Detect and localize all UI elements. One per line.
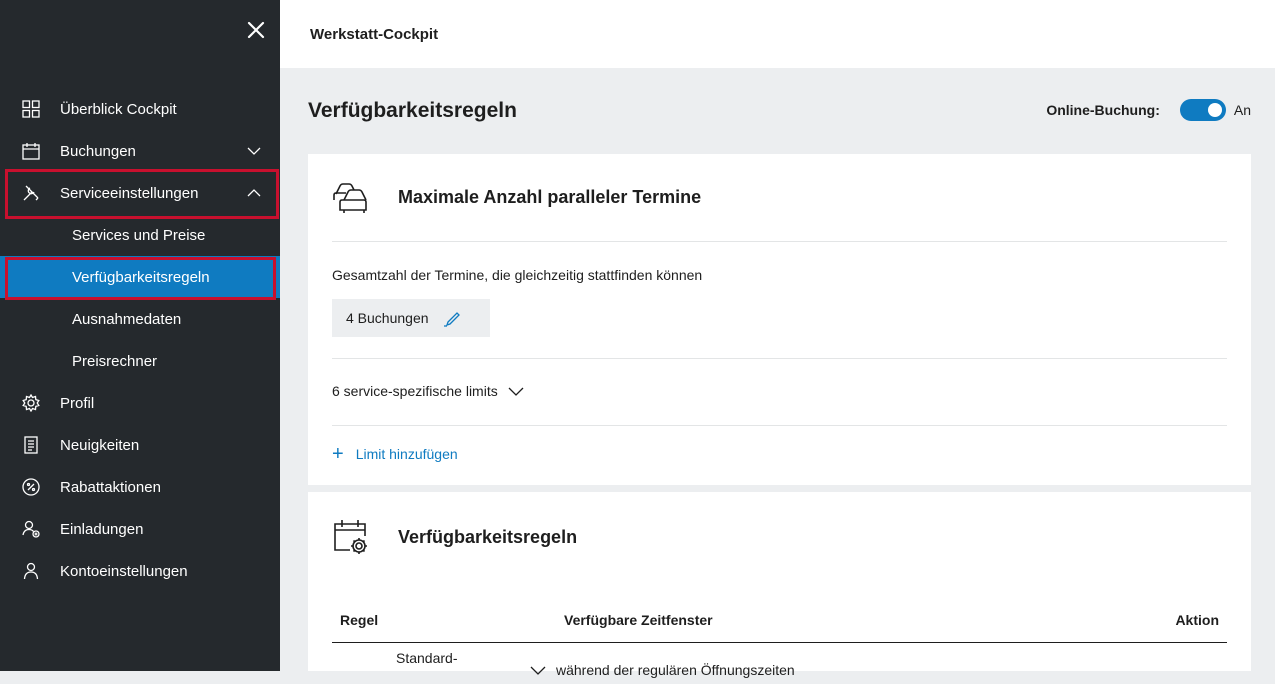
cars-icon (332, 178, 368, 216)
edit-pencil-icon[interactable] (443, 309, 461, 327)
sidebar-subitem-label: Ausnahmedaten (72, 310, 182, 328)
online-booking-toggle[interactable] (1179, 99, 1226, 121)
close-icon[interactable] (244, 18, 268, 42)
sidebar-subitem-label: Preisrechner (72, 352, 158, 370)
user-icon (22, 562, 40, 580)
online-booking-label: Online-Buchung: (1046, 102, 1160, 118)
sidebar-item-account-settings[interactable]: Kontoeinstellungen (0, 550, 280, 592)
card-title: Verfügbarkeitsregeln (398, 526, 578, 547)
sidebar: Überblick Cockpit Buchungen Serviceeinst… (0, 0, 280, 671)
plus-icon: + (332, 443, 344, 465)
sidebar-item-label: Buchungen (60, 142, 136, 160)
document-icon (22, 436, 40, 454)
top-bar: Werkstatt-Cockpit (280, 0, 1275, 68)
app-title: Werkstatt-Cockpit (310, 26, 439, 43)
sidebar-subitem-price-calculator[interactable]: Preisrechner (0, 340, 280, 382)
sidebar-item-label: Rabattaktionen (60, 478, 161, 496)
sidebar-item-label: Profil (60, 394, 95, 412)
invite-user-icon (22, 520, 40, 538)
sidebar-subitem-label: Verfügbarkeitsregeln (72, 268, 210, 286)
sidebar-item-profile[interactable]: Profil (0, 382, 280, 424)
calendar-icon (22, 142, 40, 160)
sidebar-item-news[interactable]: Neuigkeiten (0, 424, 280, 466)
sidebar-subitem-exception-dates[interactable]: Ausnahmedaten (0, 298, 280, 340)
service-limits-toggle[interactable]: 6 service-spezifische limits (332, 383, 524, 399)
tools-icon (22, 184, 40, 202)
availability-rules-card: Verfügbarkeitsregeln Regel Verfügbare Ze… (308, 492, 1251, 678)
chevron-down-icon (508, 387, 524, 396)
time-window-cell[interactable]: während der regulären Öffnungszeiten (530, 662, 795, 678)
add-limit-label: Limit hinzufügen (355, 446, 458, 462)
service-limits-label: 6 service-spezifische limits (332, 383, 498, 399)
divider (332, 241, 1227, 242)
card-header: Maximale Anzahl paralleler Termine (332, 178, 701, 216)
sidebar-item-invitations[interactable]: Einladungen (0, 508, 280, 550)
gear-icon (22, 394, 40, 412)
sidebar-item-bookings[interactable]: Buchungen (0, 130, 280, 172)
toggle-knob (1207, 103, 1222, 117)
card-description: Gesamtzahl der Termine, die gleichzeitig… (332, 267, 703, 283)
card-title: Maximale Anzahl paralleler Termine (398, 186, 702, 207)
rule-name: Standard- (396, 650, 458, 666)
online-booking-state: An (1233, 102, 1251, 118)
sidebar-item-label: Einladungen (60, 520, 144, 538)
card-header: Verfügbarkeitsregeln (332, 518, 577, 556)
column-header-action: Aktion (1175, 612, 1219, 628)
sidebar-item-overview[interactable]: Überblick Cockpit (0, 88, 280, 130)
bookings-count-value: 4 Buchungen (346, 310, 429, 326)
rules-table-header: Regel Verfügbare Zeitfenster Aktion (332, 602, 1227, 643)
parallel-appointments-card: Maximale Anzahl paralleler Termine Gesam… (308, 154, 1251, 485)
chevron-down-icon[interactable] (246, 143, 262, 159)
column-header-time-window: Verfügbare Zeitfenster (564, 612, 713, 628)
page-title: Verfügbarkeitsregeln (308, 99, 517, 122)
calendar-settings-icon (332, 518, 368, 556)
sidebar-subitem-label: Services und Preise (72, 226, 206, 244)
sidebar-item-label: Kontoeinstellungen (60, 562, 188, 580)
sidebar-item-label: Überblick Cockpit (60, 100, 177, 118)
chevron-down-icon (530, 666, 546, 675)
chevron-up-icon[interactable] (246, 185, 262, 201)
grid-icon (22, 100, 40, 118)
sidebar-nav: Überblick Cockpit Buchungen Serviceeinst… (0, 88, 280, 592)
divider (332, 358, 1227, 359)
sidebar-subitem-services-prices[interactable]: Services und Preise (0, 214, 280, 256)
percent-icon (22, 478, 40, 496)
column-header-rule: Regel (340, 612, 379, 628)
add-limit-button[interactable]: + Limit hinzufügen (332, 443, 458, 465)
sidebar-item-label: Neuigkeiten (60, 436, 140, 454)
sidebar-item-discounts[interactable]: Rabattaktionen (0, 466, 280, 508)
table-row: Standard- während der regulären Öffnungs… (332, 644, 1227, 684)
sidebar-item-label: Serviceeinstellungen (60, 184, 199, 202)
time-window-text: während der regulären Öffnungszeiten (556, 662, 795, 678)
sidebar-subitem-availability-rules[interactable]: Verfügbarkeitsregeln (0, 256, 280, 298)
bookings-count-editor[interactable]: 4 Buchungen (332, 299, 490, 337)
divider (332, 425, 1227, 426)
online-booking-control: Online-Buchung: An (1046, 99, 1251, 121)
sidebar-item-service-settings[interactable]: Serviceeinstellungen (0, 172, 280, 214)
